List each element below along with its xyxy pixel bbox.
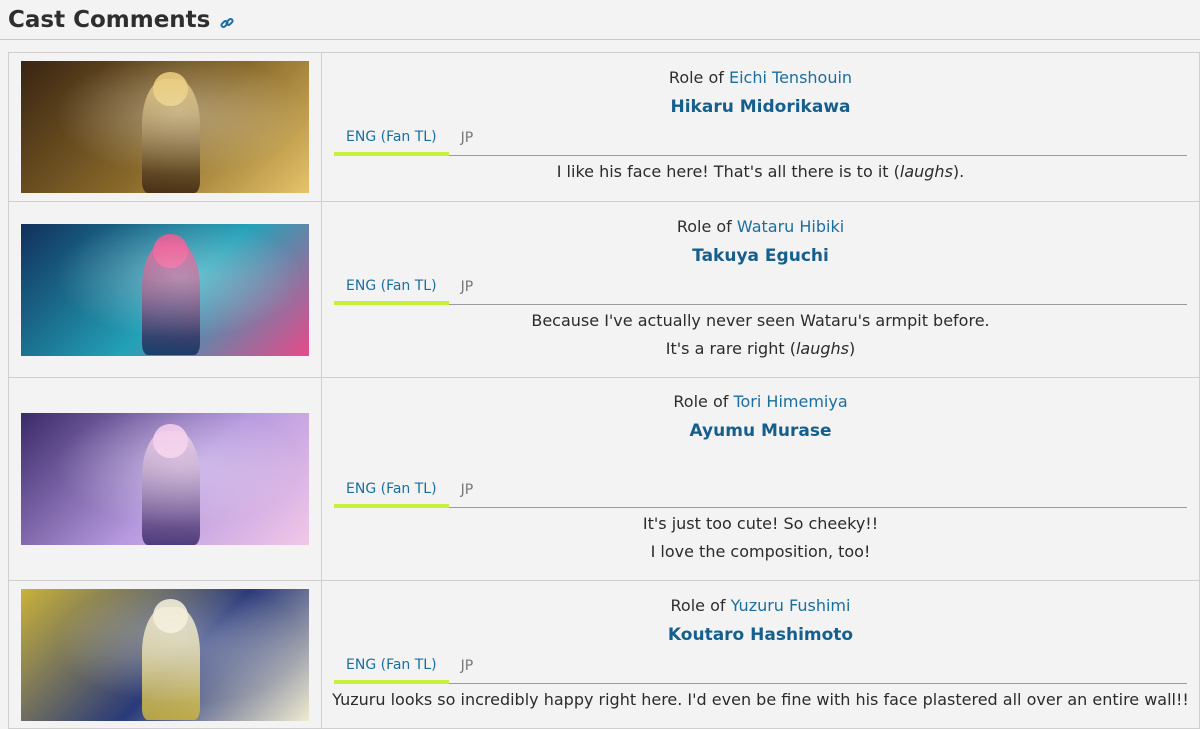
comment-text: I like his face here! That's all there i… bbox=[322, 156, 1199, 186]
role-prefix: Role of bbox=[673, 392, 729, 411]
comment-line: Yuzuru looks so incredibly happy right h… bbox=[332, 689, 1189, 709]
language-tabs: ENG (Fan TL) JP bbox=[334, 441, 1187, 508]
character-link[interactable]: Yuzuru Fushimi bbox=[731, 596, 851, 615]
tab-eng[interactable]: ENG (Fan TL) bbox=[334, 278, 449, 305]
comment-line: I like his face here! That's all there i… bbox=[556, 162, 965, 181]
card-art-cell bbox=[8, 377, 322, 581]
tab-jp[interactable]: JP bbox=[449, 658, 486, 683]
tab-eng[interactable]: ENG (Fan TL) bbox=[334, 481, 449, 508]
character-link[interactable]: Wataru Hibiki bbox=[737, 217, 844, 236]
comment-line: Because I've actually never seen Wataru'… bbox=[531, 310, 990, 330]
role-prefix: Role of bbox=[668, 68, 724, 87]
tab-jp[interactable]: JP bbox=[449, 279, 486, 304]
comment-line: It's a rare right (laughs) bbox=[665, 338, 856, 358]
table-row: Role of Eichi Tenshouin Hikaru Midorikaw… bbox=[8, 52, 1200, 202]
card-art[interactable] bbox=[21, 223, 309, 356]
language-tabs: ENG (Fan TL) JP bbox=[334, 645, 1187, 684]
tab-eng[interactable]: ENG (Fan TL) bbox=[334, 657, 449, 684]
tab-jp[interactable]: JP bbox=[449, 482, 486, 507]
comment-cell: Role of Eichi Tenshouin Hikaru Midorikaw… bbox=[321, 52, 1200, 202]
voice-actor-name[interactable]: Hikaru Midorikawa bbox=[322, 97, 1199, 117]
role-line: Role of Yuzuru Fushimi bbox=[322, 596, 1199, 615]
section-header: Cast Comments bbox=[0, 0, 1200, 40]
comment-cell: Role of Tori Himemiya Ayumu Murase ENG (… bbox=[321, 377, 1200, 581]
role-line: Role of Wataru Hibiki bbox=[322, 217, 1199, 236]
comment-cell: Role of Wataru Hibiki Takuya Eguchi ENG … bbox=[321, 201, 1200, 378]
section-title: Cast Comments bbox=[8, 6, 211, 33]
table-row: Role of Wataru Hibiki Takuya Eguchi ENG … bbox=[8, 201, 1200, 378]
comment-text: Yuzuru looks so incredibly happy right h… bbox=[322, 684, 1199, 714]
cast-comments-page: Cast Comments Role of Eichi Tenshouin Hi… bbox=[0, 0, 1200, 729]
cast-comments-table: Role of Eichi Tenshouin Hikaru Midorikaw… bbox=[8, 52, 1200, 729]
character-link[interactable]: Eichi Tenshouin bbox=[729, 68, 852, 87]
role-prefix: Role of bbox=[670, 595, 726, 615]
language-tabs: ENG (Fan TL) JP bbox=[334, 117, 1187, 156]
character-link[interactable]: Tori Himemiya bbox=[733, 392, 847, 411]
voice-actor-name[interactable]: Koutaro Hashimoto bbox=[322, 625, 1199, 645]
language-tabs: ENG (Fan TL) JP bbox=[334, 266, 1187, 305]
comment-line: It's just too cute! So cheeky!! bbox=[642, 514, 879, 533]
comment-text: It's just too cute! So cheeky!! I love t… bbox=[322, 508, 1199, 566]
role-prefix: Role of bbox=[676, 216, 732, 236]
card-art-cell bbox=[8, 201, 322, 378]
role-line: Role of Eichi Tenshouin bbox=[322, 68, 1199, 87]
table-row: Role of Yuzuru Fushimi Koutaro Hashimoto… bbox=[8, 580, 1200, 729]
card-art[interactable] bbox=[21, 61, 309, 193]
voice-actor-name[interactable]: Ayumu Murase bbox=[322, 421, 1199, 441]
role-line: Role of Tori Himemiya bbox=[322, 392, 1199, 411]
voice-actor-name[interactable]: Takuya Eguchi bbox=[322, 246, 1199, 266]
comment-cell: Role of Yuzuru Fushimi Koutaro Hashimoto… bbox=[321, 580, 1200, 729]
table-row: Role of Tori Himemiya Ayumu Murase ENG (… bbox=[8, 377, 1200, 581]
tab-jp[interactable]: JP bbox=[449, 130, 486, 155]
tab-eng[interactable]: ENG (Fan TL) bbox=[334, 129, 449, 156]
comment-line: I love the composition, too! bbox=[650, 542, 871, 561]
card-art-cell bbox=[8, 52, 322, 202]
card-art[interactable] bbox=[21, 413, 309, 545]
comment-text: Because I've actually never seen Wataru'… bbox=[322, 305, 1199, 363]
card-art[interactable] bbox=[21, 588, 309, 721]
link-icon[interactable] bbox=[220, 15, 234, 29]
card-art-cell bbox=[8, 580, 322, 729]
